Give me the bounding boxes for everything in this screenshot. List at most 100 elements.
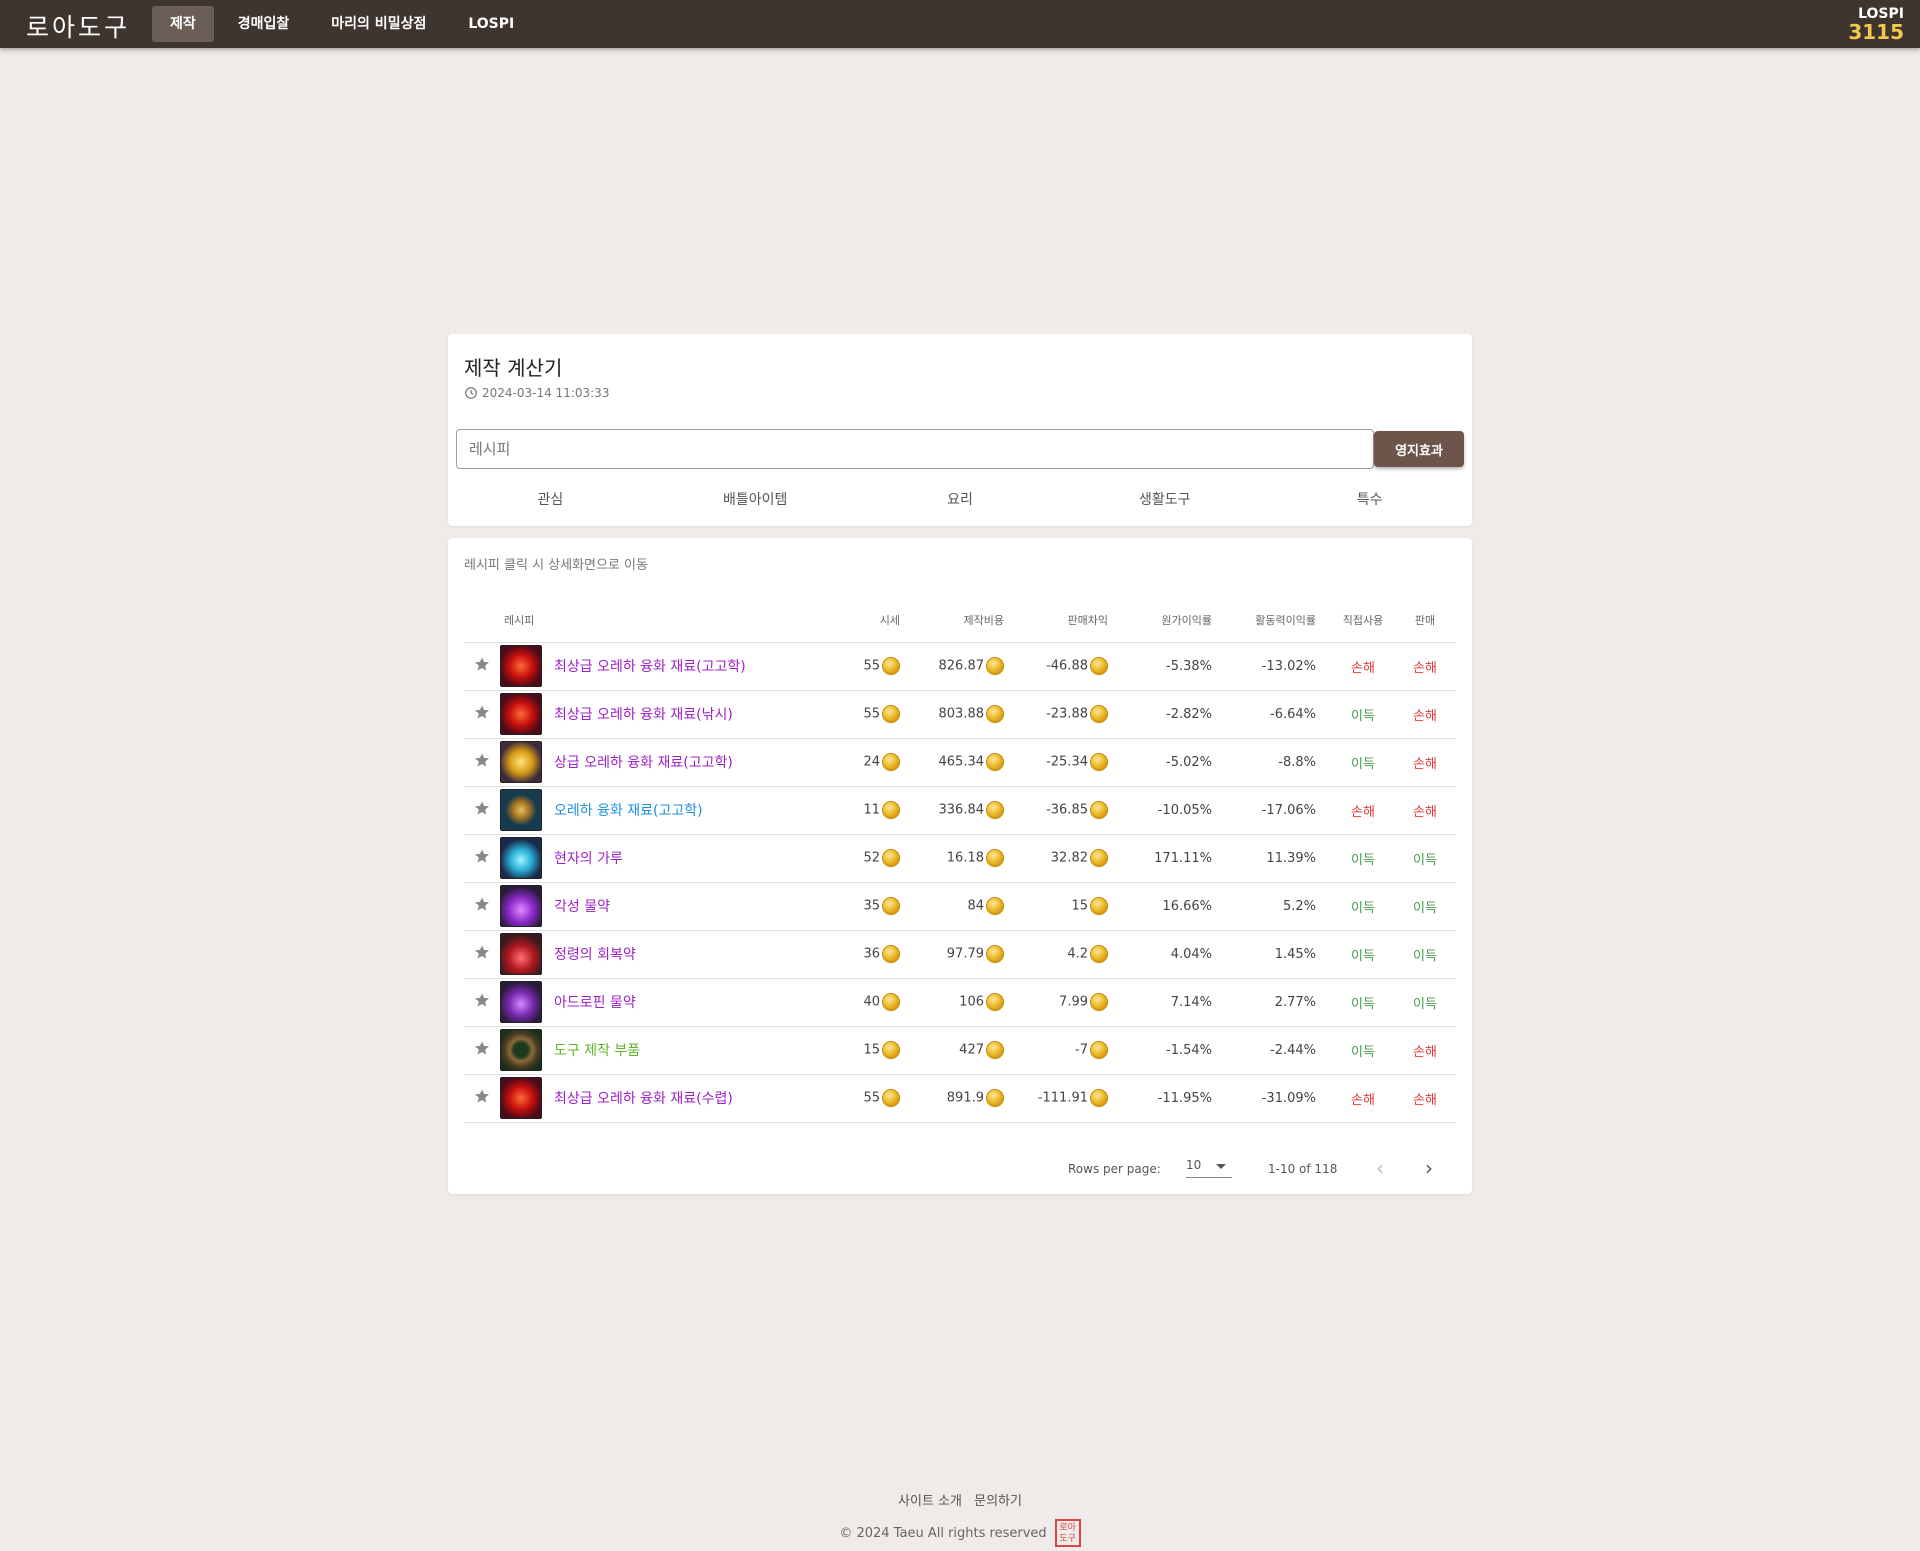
recipe-cell[interactable]: 도구 제작 부품 [500,1026,852,1075]
tab-cooking[interactable]: 요리 [858,480,1063,520]
table-row[interactable]: 오레하 융화 재료(고고학) 11 336.84 -36.85 -10.05% … [464,786,1456,835]
favorite-cell [464,786,500,835]
sell-cell: 손해 [1394,690,1456,739]
chevron-right-icon[interactable]: › [1425,1156,1433,1180]
caret-down-icon [1216,1164,1226,1169]
nav-craft[interactable]: 제작 [152,6,214,42]
contact-link[interactable]: 문의하기 [974,1494,1022,1509]
nav-auction[interactable]: 경매입찰 [220,6,308,42]
recipe-name[interactable]: 최상급 오레하 융화 재료(낚시) [554,704,733,724]
cost-cell: 427 [916,1026,1020,1075]
tab-favorites[interactable]: 관심 [448,480,653,520]
cost-value: 826.87 [938,658,985,674]
table-row[interactable]: 아드로핀 물약 40 106 7.99 7.14% 2.77% 이득 이득 [464,978,1456,1027]
rows-per-page-select[interactable]: 10 [1186,1154,1232,1178]
cost-cell: 336.84 [916,786,1020,835]
star-icon[interactable] [474,704,490,720]
star-icon[interactable] [474,848,490,864]
cost-cell: 891.9 [916,1074,1020,1123]
table-row[interactable]: 상급 오레하 융화 재료(고고학) 24 465.34 -25.34 -5.02… [464,738,1456,787]
star-icon[interactable] [474,752,490,768]
table-row[interactable]: 최상급 오레하 융화 재료(고고학) 55 826.87 -46.88 -5.3… [464,642,1456,691]
table-row[interactable]: 현자의 가루 52 16.18 32.82 171.11% 11.39% 이득 … [464,834,1456,883]
table-row[interactable]: 최상급 오레하 융화 재료(낚시) 55 803.88 -23.88 -2.82… [464,690,1456,739]
cost-rate-cell: -5.38% [1124,642,1228,691]
star-icon[interactable] [474,1040,490,1056]
header-recipe[interactable]: 레시피 [500,598,852,643]
price-value: 55 [863,706,880,722]
recipe-name[interactable]: 현자의 가루 [554,848,623,868]
site-logo[interactable]: 로아도구 [26,8,130,44]
cost-rate-cell: 4.04% [1124,930,1228,979]
violet-potion-icon [500,981,542,1023]
chevron-left-icon[interactable]: ‹ [1376,1156,1384,1180]
cost-rate-cell: 16.66% [1124,882,1228,931]
tab-special[interactable]: 특수 [1267,480,1472,520]
recipe-cell[interactable]: 최상급 오레하 융화 재료(낚시) [500,690,852,739]
table-row[interactable]: 각성 물약 35 84 15 16.66% 5.2% 이득 이득 [464,882,1456,931]
nav-secret-shop[interactable]: 마리의 비밀상점 [313,6,444,42]
header-cost-rate[interactable]: 원가이익률 [1124,598,1228,643]
recipe-name[interactable]: 오레하 융화 재료(고고학) [554,800,703,820]
recipe-name[interactable]: 정령의 회복약 [554,944,636,964]
star-icon[interactable] [474,896,490,912]
nav-lospi[interactable]: LOSPI [450,6,532,42]
category-tabs: 관심 배틀아이템 요리 생활도구 특수 [448,480,1472,520]
sell-cell: 이득 [1394,978,1456,1027]
tab-life-tools[interactable]: 생활도구 [1062,480,1267,520]
price-cell: 52 [852,834,916,883]
footer: 사이트 소개 문의하기 © 2024 Taeu All rights reser… [0,1490,1920,1547]
header-sell[interactable]: 판매 [1394,598,1456,643]
recipe-cell[interactable]: 정령의 회복약 [500,930,852,979]
recipe-cell[interactable]: 아드로핀 물약 [500,978,852,1027]
profit-value: -46.88 [1046,658,1088,674]
table-row[interactable]: 최상급 오레하 융화 재료(수렵) 55 891.9 -111.91 -11.9… [464,1074,1456,1123]
recipe-cell[interactable]: 최상급 오레하 융화 재료(고고학) [500,642,852,691]
header-energy-rate[interactable]: 활동력이익률 [1228,598,1332,643]
tab-battle-items[interactable]: 배틀아이템 [653,480,858,520]
recipe-name[interactable]: 최상급 오레하 융화 재료(고고학) [554,656,746,676]
recipe-cell[interactable]: 현자의 가루 [500,834,852,883]
table-row[interactable]: 도구 제작 부품 15 427 -7 -1.54% -2.44% 이득 손해 [464,1026,1456,1075]
favorite-cell [464,690,500,739]
star-icon[interactable] [474,944,490,960]
profit-value: 4.2 [1067,946,1088,962]
recipe-name[interactable]: 도구 제작 부품 [554,1040,640,1060]
profit-cell: -23.88 [1020,690,1124,739]
territory-effect-button[interactable]: 영지효과 [1374,431,1464,467]
header-profit[interactable]: 판매차익 [1020,598,1124,643]
cost-rate-cell: -11.95% [1124,1074,1228,1123]
recipe-name[interactable]: 상급 오레하 융화 재료(고고학) [554,752,733,772]
profit-value: -23.88 [1046,706,1088,722]
cost-value: 427 [959,1042,984,1058]
recipe-cell[interactable]: 최상급 오레하 융화 재료(수렵) [500,1074,852,1123]
star-icon[interactable] [474,800,490,816]
header-direct-use[interactable]: 직접사용 [1332,598,1394,643]
favorite-cell [464,1026,500,1075]
favorite-cell [464,1074,500,1123]
header-cost[interactable]: 제작비용 [916,598,1020,643]
recipe-cell[interactable]: 오레하 융화 재료(고고학) [500,786,852,835]
star-icon[interactable] [474,656,490,672]
star-icon[interactable] [474,1088,490,1104]
about-link[interactable]: 사이트 소개 [898,1494,962,1509]
recipe-name[interactable]: 아드로핀 물약 [554,992,636,1012]
energy-rate-cell: 2.77% [1228,978,1332,1027]
gold-coin-icon [882,801,900,819]
recipe-cell[interactable]: 상급 오레하 융화 재료(고고학) [500,738,852,787]
crystal-powder-icon [500,837,542,879]
star-icon[interactable] [474,992,490,1008]
header-price[interactable]: 시세 [852,598,916,643]
recipe-name[interactable]: 최상급 오레하 융화 재료(수렵) [554,1088,733,1108]
profit-cell: -25.34 [1020,738,1124,787]
gold-coin-icon [882,1041,900,1059]
profit-cell: -111.91 [1020,1074,1124,1123]
favorite-cell [464,738,500,787]
table-row[interactable]: 정령의 회복약 36 97.79 4.2 4.04% 1.45% 이득 이득 [464,930,1456,979]
recipe-search-input[interactable] [456,429,1374,469]
direct-use-cell: 손해 [1332,1074,1394,1123]
cost-cell: 16.18 [916,834,1020,883]
recipe-cell[interactable]: 각성 물약 [500,882,852,931]
recipe-name[interactable]: 각성 물약 [554,896,610,916]
direct-use-cell: 이득 [1332,834,1394,883]
